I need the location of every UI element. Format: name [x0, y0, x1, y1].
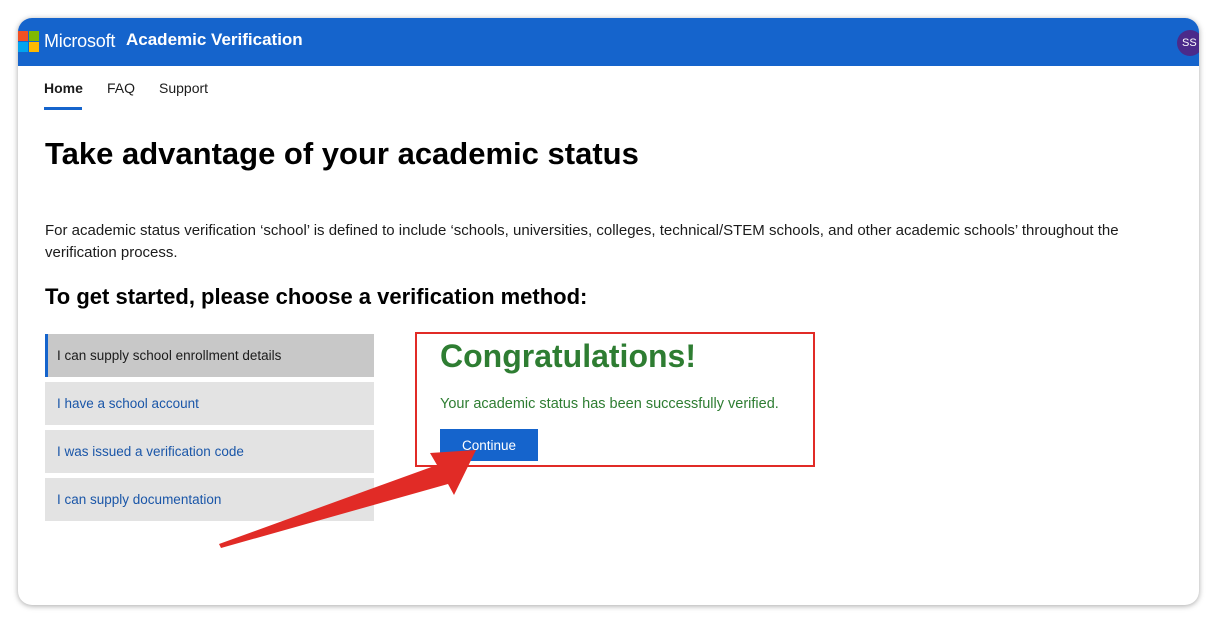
success-title: Congratulations! [440, 338, 696, 374]
method-verification-code[interactable]: I was issued a verification code [45, 430, 374, 473]
method-label: I have a school account [57, 396, 199, 411]
intro-text: For academic status verification ‘school… [45, 222, 1119, 261]
method-label: I was issued a verification code [57, 444, 244, 459]
method-label: I can supply documentation [57, 492, 222, 507]
nav-home[interactable]: Home [44, 80, 83, 96]
nav-faq[interactable]: FAQ [107, 80, 135, 96]
method-label: I can supply school enrollment details [57, 348, 282, 363]
success-panel: Congratulations! Your academic status ha… [415, 332, 815, 467]
browser-window: Microsoft Academic Verification SS Home … [18, 18, 1199, 605]
app-title[interactable]: Academic Verification [126, 30, 303, 50]
page-title: Take advantage of your academic status [45, 136, 639, 171]
method-enrollment-details[interactable]: I can supply school enrollment details [45, 334, 374, 377]
success-message: Your academic status has been successful… [440, 396, 779, 412]
user-avatar[interactable]: SS [1177, 30, 1199, 56]
method-documentation[interactable]: I can supply documentation [45, 478, 374, 521]
top-bar: Microsoft Academic Verification SS [18, 18, 1199, 66]
method-school-account[interactable]: I have a school account [45, 382, 374, 425]
method-heading: To get started, please choose a verifica… [45, 284, 588, 309]
brand-name[interactable]: Microsoft [44, 31, 115, 52]
nav-support[interactable]: Support [159, 80, 208, 96]
nav-active-indicator [44, 107, 82, 110]
continue-button[interactable]: Continue [440, 429, 538, 461]
microsoft-logo-icon[interactable] [18, 31, 39, 52]
